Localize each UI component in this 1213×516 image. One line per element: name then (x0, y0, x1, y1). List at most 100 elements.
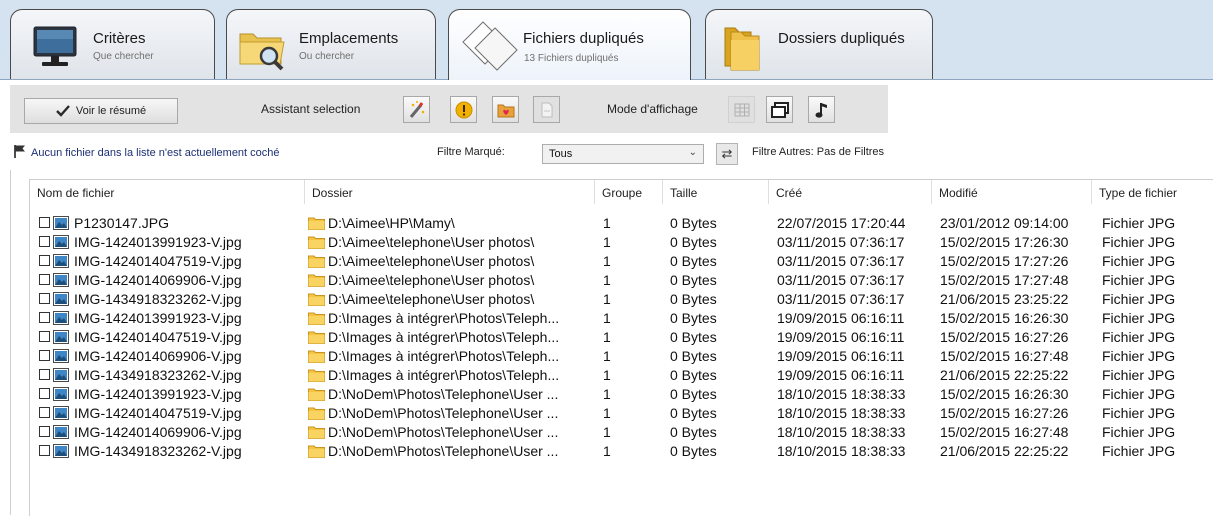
grid-view-button[interactable] (728, 96, 755, 123)
magic-wand-button[interactable] (403, 96, 430, 123)
table-row[interactable]: IMG-1424013991923-V.jpg D:\NoDem\Photos\T… (30, 385, 1213, 404)
cell-group: 1 (603, 386, 611, 402)
file-disabled-button[interactable] (533, 96, 560, 123)
image-file-icon (53, 330, 69, 344)
row-checkbox[interactable] (39, 369, 50, 380)
table-row[interactable]: IMG-1424014047519-V.jpg D:\NoDem\Photos\T… (30, 404, 1213, 423)
table-row[interactable]: IMG-1424014047519-V.jpg D:\Images à intég… (30, 328, 1213, 347)
table-row[interactable]: IMG-1424013991923-V.jpg D:\Aimee\telephon… (30, 233, 1213, 252)
row-checkbox[interactable] (39, 312, 50, 323)
image-file-icon (53, 349, 69, 363)
table-row[interactable]: IMG-1424014047519-V.jpg D:\Aimee\telephon… (30, 252, 1213, 271)
tab-fichiers-dupliques[interactable]: Fichiers dupliqués 13 Fichiers dupliqués (448, 9, 691, 80)
view-summary-label: Voir le résumé (75, 105, 147, 117)
cell-modified: 21/06/2015 22:25:22 (940, 367, 1069, 383)
toolbar: Voir le résumé Assistant selection Mode … (10, 85, 888, 133)
duplicate-files-list: Nom de fichier Dossier Groupe Taille Cré… (29, 179, 1213, 516)
row-checkbox[interactable] (39, 426, 50, 437)
tab-criteres[interactable]: Critères Que chercher (10, 9, 215, 79)
cell-type: Fichier JPG (1102, 272, 1176, 288)
tab-title: Emplacements (299, 30, 399, 47)
folder-icon (308, 350, 325, 363)
folder-heart-button[interactable] (492, 96, 519, 123)
cell-created: 03/11/2015 07:36:17 (777, 272, 905, 288)
row-checkbox[interactable] (39, 331, 50, 342)
image-file-icon (53, 425, 69, 439)
column-header-folder[interactable]: Dossier (305, 180, 595, 204)
table-row[interactable]: IMG-1434918323262-V.jpg D:\NoDem\Photos\T… (30, 442, 1213, 461)
cell-size: 0 Bytes (670, 215, 717, 231)
cell-modified: 15/02/2015 16:27:26 (940, 329, 1069, 345)
column-header-type[interactable]: Type de fichier (1092, 180, 1213, 204)
row-checkbox[interactable] (39, 255, 50, 266)
folder-icon (308, 312, 325, 325)
row-checkbox[interactable] (39, 274, 50, 285)
table-row[interactable]: IMG-1434918323262-V.jpg D:\Images à intég… (30, 366, 1213, 385)
table-row[interactable]: IMG-1424014069906-V.jpg D:\Images à intég… (30, 347, 1213, 366)
cell-group: 1 (603, 367, 611, 383)
cell-group: 1 (603, 424, 611, 440)
image-file-icon (53, 216, 69, 230)
folder-icon (308, 293, 325, 306)
tab-dossiers-dupliques[interactable]: Dossiers dupliqués (705, 9, 933, 79)
warning-icon (455, 101, 472, 118)
table-row[interactable]: IMG-1434918323262-V.jpg D:\Aimee\telephon… (30, 290, 1213, 309)
list-header: Nom de fichier Dossier Groupe Taille Cré… (30, 180, 1213, 204)
cell-group: 1 (603, 234, 611, 250)
row-checkbox[interactable] (39, 407, 50, 418)
cell-created: 22/07/2015 17:20:44 (777, 215, 906, 231)
cell-group: 1 (603, 310, 611, 326)
file-name: IMG-1424014069906-V.jpg (74, 424, 242, 440)
swap-filter-button[interactable]: ⇄ (716, 143, 738, 165)
cell-folder: D:\NoDem\Photos\Telephone\User ... (328, 405, 559, 421)
cell-group: 1 (603, 272, 611, 288)
magic-wand-icon (409, 100, 424, 118)
warning-button[interactable] (450, 96, 477, 123)
cell-modified: 23/01/2012 09:14:00 (940, 215, 1069, 231)
cell-size: 0 Bytes (670, 272, 717, 288)
cell-group: 1 (603, 253, 611, 269)
column-header-size[interactable]: Taille (663, 180, 769, 204)
row-checkbox[interactable] (39, 388, 50, 399)
cell-created: 18/10/2015 18:38:33 (777, 405, 906, 421)
windows-view-button[interactable] (766, 96, 793, 123)
cell-folder: D:\Aimee\telephone\User photos\ (328, 253, 535, 269)
cell-size: 0 Bytes (670, 348, 717, 364)
cell-created: 18/10/2015 18:38:33 (777, 443, 906, 459)
assistant-label: Assistant selection (261, 102, 361, 116)
marked-filter-select[interactable]: Tous ⌄ (542, 144, 704, 164)
cell-folder: D:\NoDem\Photos\Telephone\User ... (328, 424, 559, 440)
view-summary-button[interactable]: Voir le résumé (24, 98, 178, 124)
cell-created: 18/10/2015 18:38:33 (777, 386, 906, 402)
cell-size: 0 Bytes (670, 405, 717, 421)
tab-emplacements[interactable]: Emplacements Ou chercher (226, 9, 436, 79)
row-checkbox[interactable] (39, 217, 50, 228)
duplicate-files-icon (462, 21, 518, 71)
table-row[interactable]: P1230147.JPG D:\Aimee\HP\Mamy\ 1 0 Bytes 22/… (30, 214, 1213, 233)
cell-modified: 21/06/2015 22:25:22 (940, 443, 1069, 459)
column-header-modified[interactable]: Modifié (932, 180, 1092, 204)
cell-type: Fichier JPG (1102, 443, 1176, 459)
row-checkbox[interactable] (39, 445, 50, 456)
table-row[interactable]: IMG-1424014069906-V.jpg D:\NoDem\Photos\T… (30, 423, 1213, 442)
selection-status-message: Aucun fichier dans la liste n'est actuel… (31, 147, 280, 159)
file-name: IMG-1434918323262-V.jpg (74, 291, 242, 307)
column-header-name[interactable]: Nom de fichier (30, 180, 305, 204)
table-row[interactable]: IMG-1424014069906-V.jpg D:\Aimee\telephon… (30, 271, 1213, 290)
cell-type: Fichier JPG (1102, 424, 1176, 440)
cell-type: Fichier JPG (1102, 386, 1176, 402)
row-checkbox[interactable] (39, 236, 50, 247)
column-header-group[interactable]: Groupe (595, 180, 663, 204)
image-file-icon (53, 406, 69, 420)
row-checkbox[interactable] (39, 293, 50, 304)
audio-view-button[interactable] (808, 96, 835, 123)
file-name: P1230147.JPG (74, 215, 169, 231)
monitor-icon (33, 26, 77, 66)
tab-title: Critères (93, 30, 146, 47)
windows-view-icon (770, 101, 789, 118)
table-row[interactable]: IMG-1424013991923-V.jpg D:\Images à intég… (30, 309, 1213, 328)
row-checkbox[interactable] (39, 350, 50, 361)
file-name: IMG-1424014047519-V.jpg (74, 253, 242, 269)
column-header-created[interactable]: Créé (769, 180, 932, 204)
tab-title: Dossiers dupliqués (778, 30, 905, 47)
